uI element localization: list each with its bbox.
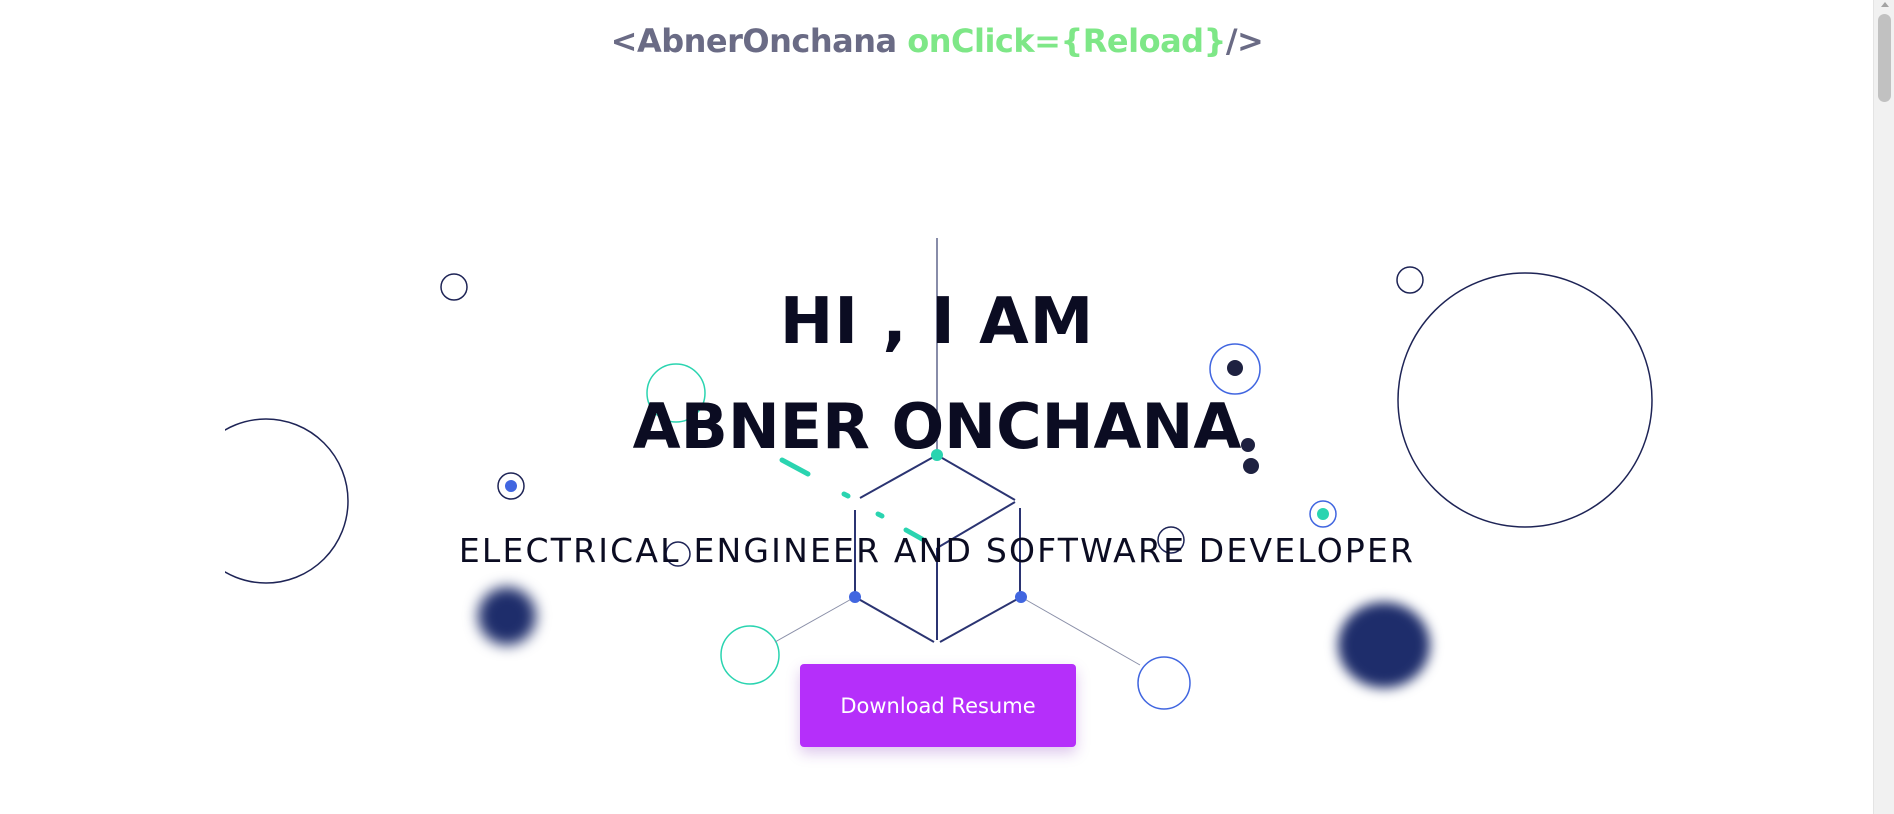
download-resume-button[interactable]: Download Resume (800, 664, 1076, 747)
blurred-blob (478, 587, 536, 645)
logo-name: AbnerOnchana (636, 22, 897, 60)
chevron-up-icon[interactable] (1881, 2, 1889, 7)
hero-name: ABNER ONCHANA (632, 390, 1242, 463)
teal-dash-trail (779, 457, 925, 542)
scrollbar-thumb[interactable] (1878, 14, 1891, 102)
logo-close-bracket: /> (1225, 22, 1264, 60)
hero-role: ELECTRICAL ENGINEER AND SOFTWARE DEVELOP… (458, 531, 1416, 570)
logo-open-bracket: < (610, 22, 638, 60)
blurred-blob (1338, 602, 1430, 688)
outline-circle-teal (720, 625, 780, 685)
site-logo[interactable]: <AbnerOnchana onClick={Reload}/> (0, 22, 1874, 60)
page: <AbnerOnchana onClick={Reload}/> HI , I … (0, 0, 1894, 814)
scrollbar[interactable] (1873, 0, 1894, 814)
outline-circle-blue (1137, 656, 1191, 710)
hero-greeting: HI , I AM (779, 285, 1095, 359)
logo-attribute: onClick={Reload} (907, 22, 1226, 60)
